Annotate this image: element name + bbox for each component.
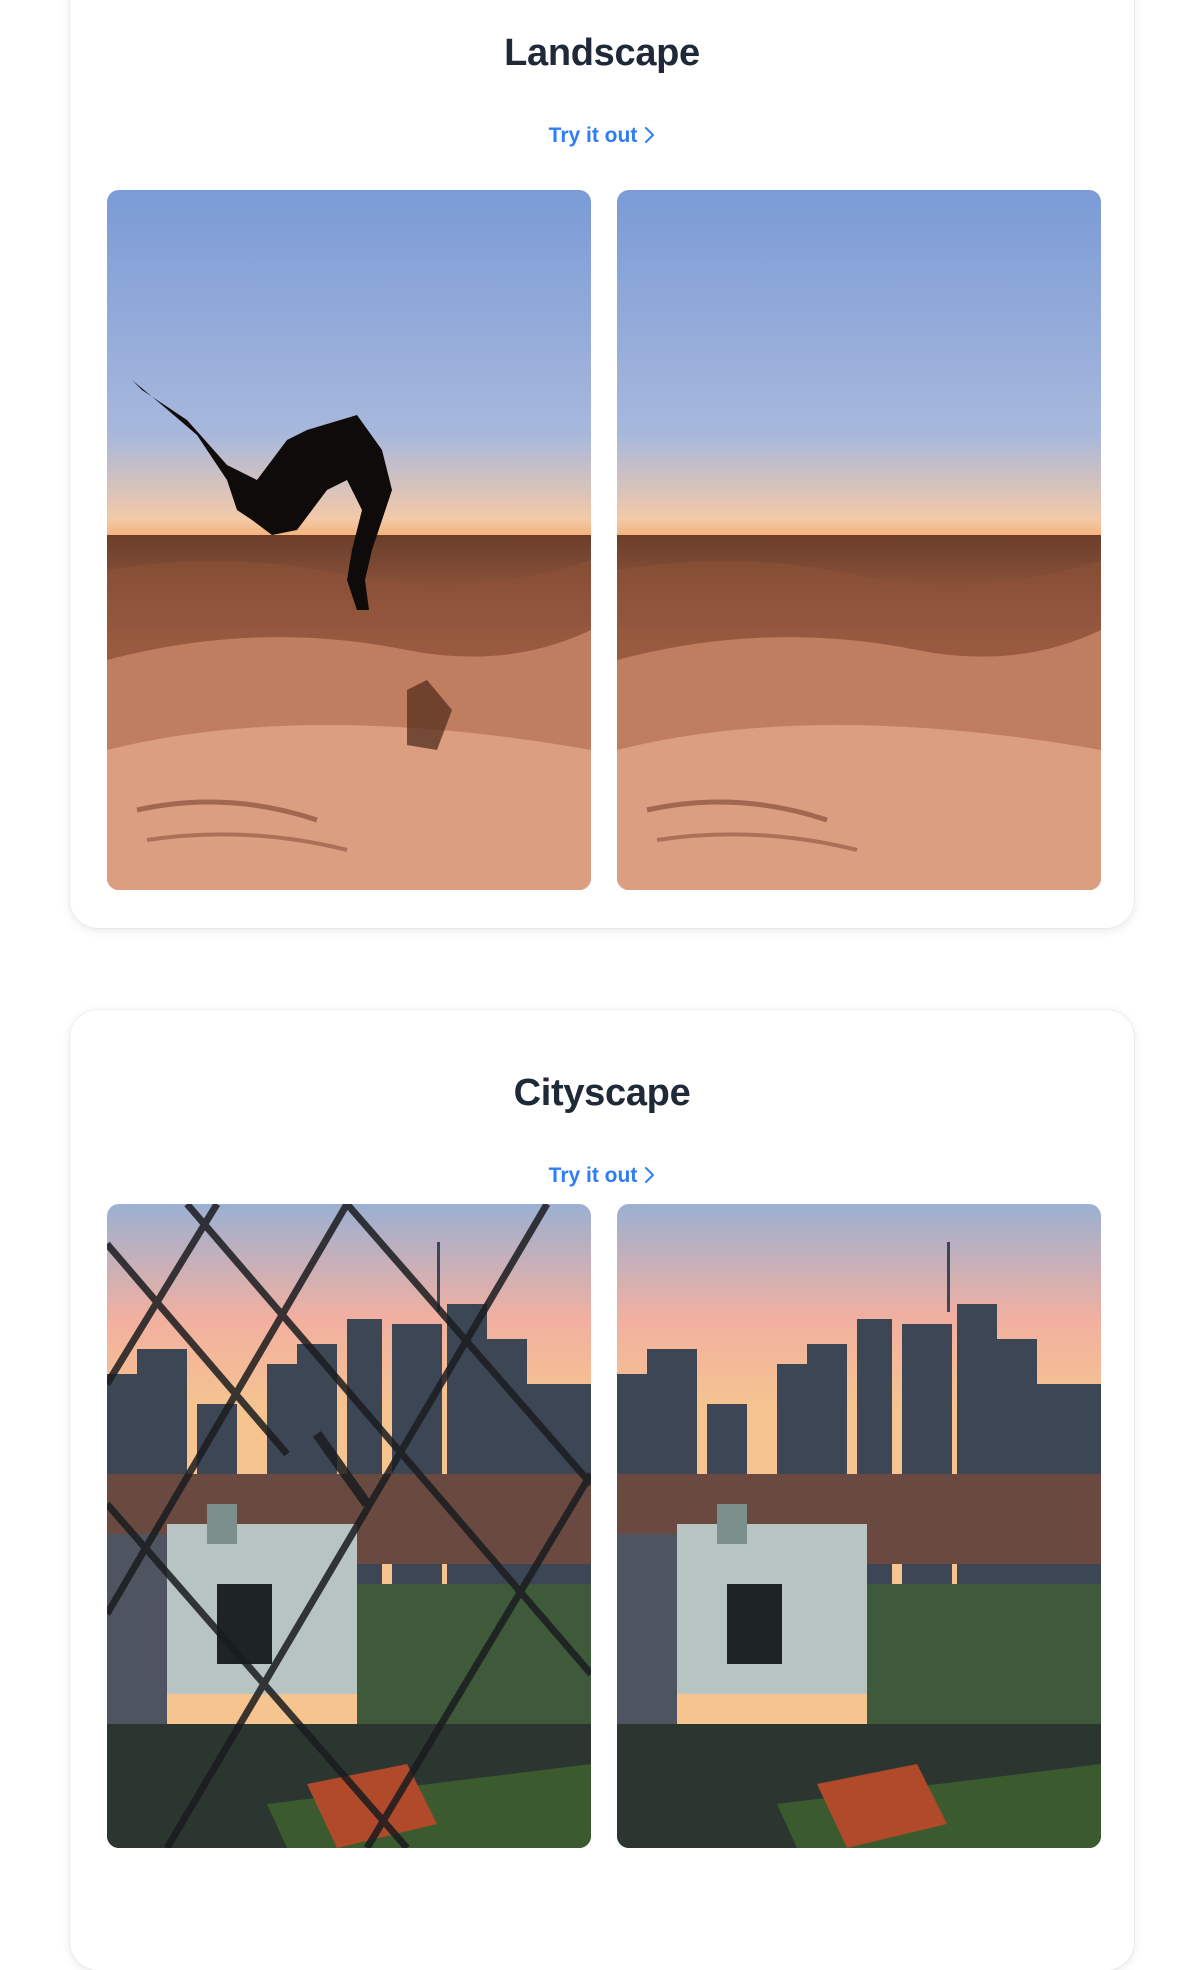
section-title: Cityscape <box>513 1072 691 1114</box>
chevron-right-icon <box>643 1166 655 1190</box>
landscape-after-image <box>617 190 1101 890</box>
chevron-right-icon <box>643 126 655 150</box>
cityscape-card: Cityscape Try it out <box>70 1010 1134 1970</box>
try-it-out-label: Try it out <box>548 124 638 147</box>
cityscape-after-image <box>617 1204 1101 1848</box>
landscape-card: Landscape Try it out <box>70 0 1134 928</box>
try-it-out-label: Try it out <box>548 1164 638 1187</box>
cityscape-before-image <box>107 1204 591 1848</box>
section-title: Landscape <box>504 32 700 74</box>
landscape-before-image <box>107 190 591 890</box>
try-it-out-link[interactable]: Try it out <box>70 124 1134 150</box>
try-it-out-link[interactable]: Try it out <box>70 1164 1134 1190</box>
